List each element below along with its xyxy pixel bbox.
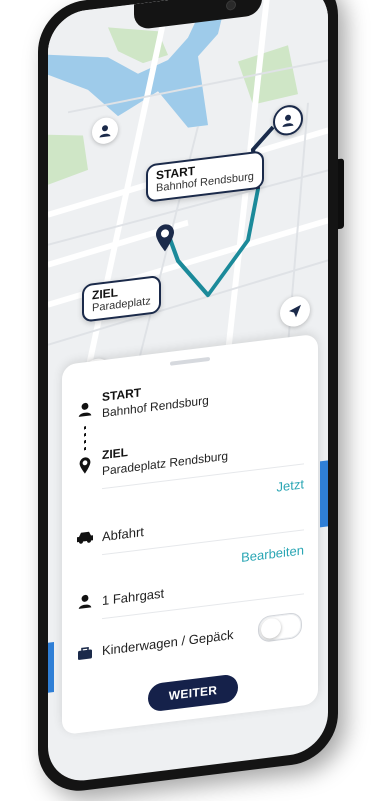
screen-edge-accent — [48, 642, 54, 693]
route-dots — [84, 426, 86, 451]
briefcase-icon — [76, 643, 94, 663]
continue-button[interactable]: WEITER — [148, 673, 238, 713]
person-icon — [76, 591, 94, 611]
map-pin-icon — [76, 455, 94, 475]
destination-row[interactable]: ZIEL Paradeplatz Rendsburg — [102, 423, 304, 478]
departure-now-link[interactable]: Jetzt — [277, 476, 304, 494]
person-icon — [282, 114, 294, 127]
person-icon — [76, 399, 94, 419]
sheet-handle[interactable] — [170, 356, 210, 366]
departure-label: Abfahrt — [102, 523, 144, 545]
camera-icon — [226, 0, 236, 11]
person-icon — [99, 125, 111, 138]
start-row[interactable]: START Bahnhof Rendsburg — [102, 365, 304, 420]
luggage-toggle[interactable] — [258, 611, 302, 643]
map-pin-icon — [156, 224, 174, 252]
phone-screen: START Bahnhof Rendsburg ZIEL Paradeplatz — [48, 0, 328, 785]
stage: START Bahnhof Rendsburg ZIEL Paradeplatz — [0, 0, 377, 801]
edit-passengers-link[interactable]: Bearbeiten — [241, 542, 304, 565]
navigation-arrow-icon — [289, 304, 301, 318]
toggle-knob — [261, 617, 281, 640]
booking-sheet: START Bahnhof Rendsburg ZIEL Paradeplatz… — [62, 333, 318, 736]
luggage-label: Kinderwagen / Gepäck — [102, 626, 234, 659]
phone-frame: START Bahnhof Rendsburg ZIEL Paradeplatz — [38, 0, 338, 797]
destination-pin[interactable] — [154, 221, 176, 254]
passengers-label: 1 Fahrgast — [102, 585, 165, 609]
screen-edge-accent — [320, 460, 328, 528]
car-icon — [76, 527, 94, 547]
